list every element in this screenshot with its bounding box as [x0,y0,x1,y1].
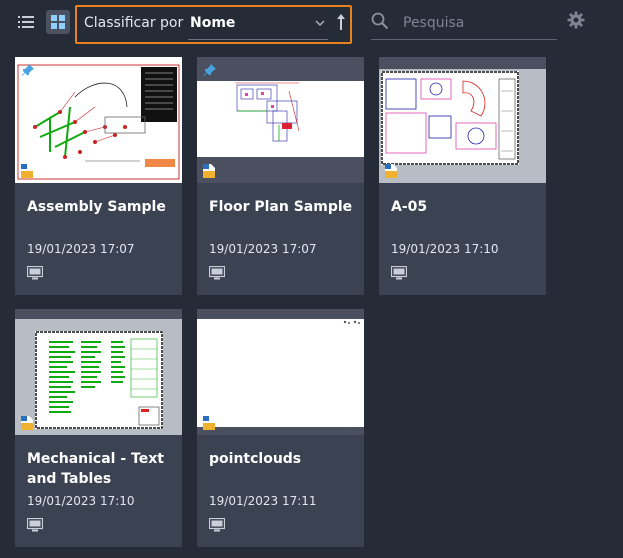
computer-monitor-icon [209,518,225,532]
file-card[interactable]: Floor Plan Sample 19/01/2023 17:07 [197,57,364,295]
file-card[interactable]: Assembly Sample 19/01/2023 17:07 [15,57,182,295]
computer-monitor-icon [209,266,225,280]
dwg-file-icon [21,416,33,430]
thumbnail [197,57,364,183]
drawing-preview [35,331,163,429]
drawing-preview [197,81,364,157]
drawing-preview [15,57,182,183]
thumbnail [197,309,364,435]
file-date: 19/01/2023 17:10 [27,494,135,508]
file-title: Mechanical - Text and Tables [27,451,164,487]
sort-ascending-arrow-icon[interactable] [336,13,346,31]
chevron-down-icon [315,20,325,27]
file-date: 19/01/2023 17:11 [209,494,317,508]
drawing-preview [197,319,364,427]
file-card[interactable]: pointclouds 19/01/2023 17:11 [197,309,364,547]
file-title: Floor Plan Sample [209,199,353,215]
file-date: 19/01/2023 17:07 [27,242,135,256]
gear-icon[interactable] [567,11,585,29]
computer-monitor-icon [391,266,407,280]
sort-control: Classificar por Nome [75,5,352,44]
toolbar: Classificar por Nome [0,0,623,46]
file-title: Assembly Sample [27,199,166,215]
dwg-file-icon [21,164,33,178]
grid-view-button[interactable] [46,10,70,34]
file-card[interactable]: A-05 19/01/2023 17:10 [379,57,546,295]
file-card[interactable]: Mechanical - Text and Tables 19/01/2023 … [15,309,182,547]
pin-icon[interactable] [203,63,217,77]
search-icon [371,12,389,30]
file-title: A-05 [391,199,428,215]
sort-value: Nome [190,15,236,31]
dwg-file-icon [385,164,397,178]
thumbnail [15,309,182,435]
thumbnail [15,57,182,183]
grid-view-icon [51,15,65,29]
search-box [371,8,557,40]
search-input[interactable] [401,11,555,35]
sort-dropdown[interactable]: Nome [188,12,328,40]
dwg-file-icon [203,164,215,178]
file-date: 19/01/2023 17:07 [209,242,317,256]
dwg-file-icon [203,416,215,430]
computer-monitor-icon [27,266,43,280]
drawing-preview [381,71,519,165]
thumbnail [379,57,546,183]
list-view-button[interactable] [14,10,38,34]
computer-monitor-icon [27,518,43,532]
file-title: pointclouds [209,451,302,467]
sort-label: Classificar por [84,15,184,31]
list-view-icon [18,16,34,28]
file-date: 19/01/2023 17:10 [391,242,499,256]
pin-icon[interactable] [21,63,35,77]
